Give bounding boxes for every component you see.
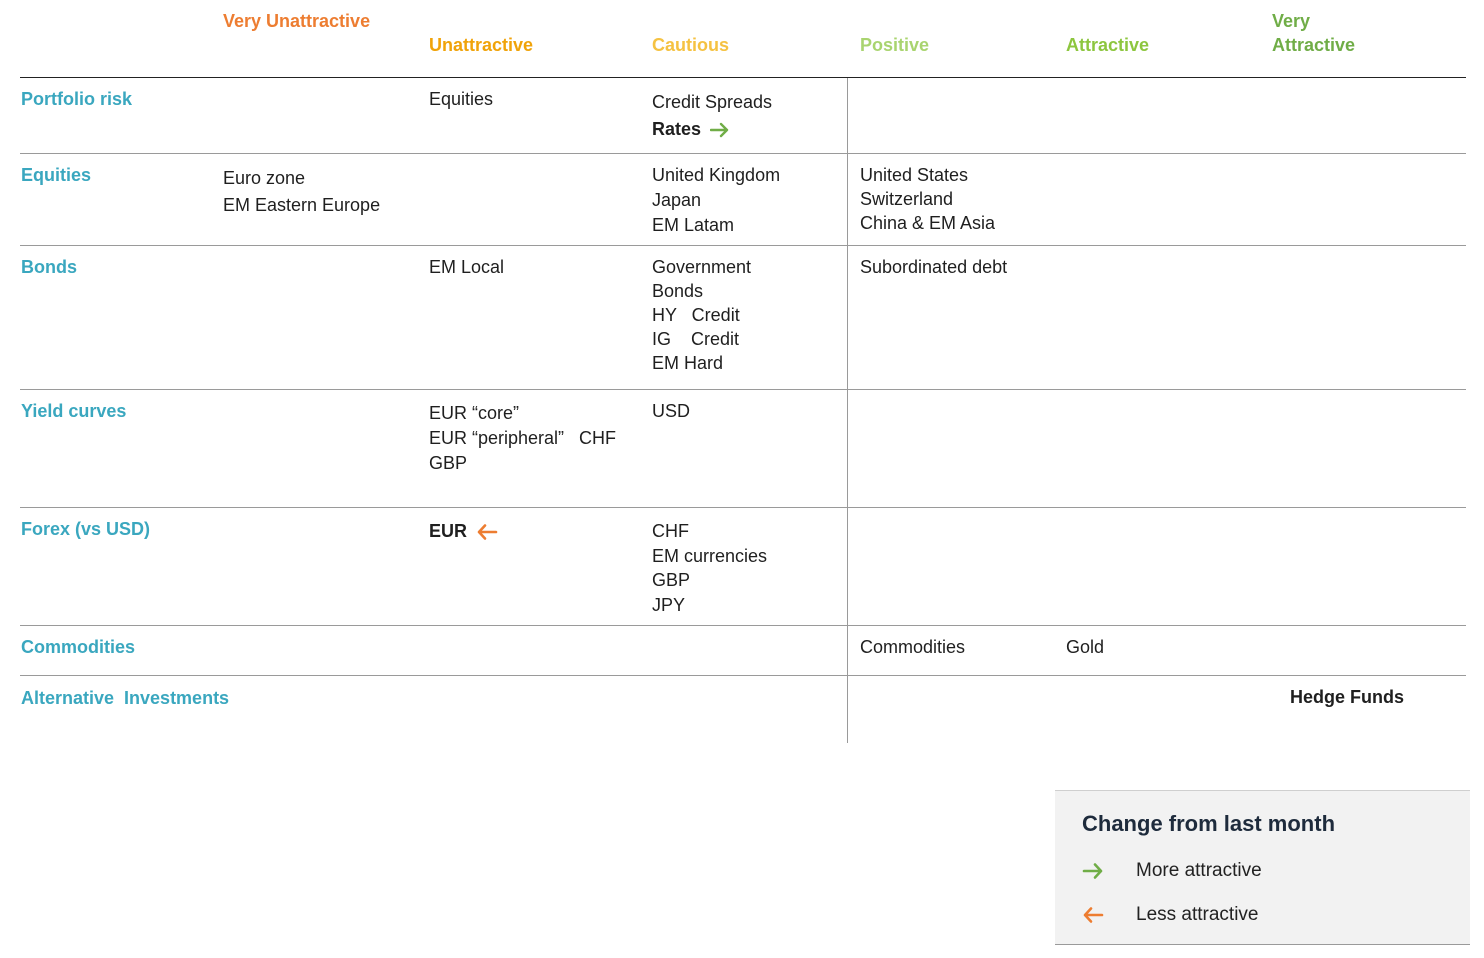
legend-label: Less attractive	[1136, 904, 1259, 925]
header-cautious: Cautious	[652, 35, 730, 55]
legend-title: Change from last month	[1082, 811, 1336, 836]
arrow-right-icon	[710, 123, 729, 138]
list-item: EM Local	[429, 257, 505, 277]
list-item: EM Eastern Europe	[223, 195, 381, 215]
legend-label: More attractive	[1136, 860, 1262, 881]
header-positive: Positive	[860, 35, 930, 55]
list-item: EUR “core”	[429, 403, 520, 423]
list-item: Japan	[652, 190, 702, 210]
header-unattractive: Unattractive	[429, 35, 534, 55]
list-item: United Kingdom	[652, 165, 781, 185]
category-alternative-investments: Alternative Investments	[21, 688, 230, 708]
list-item: EM currencies	[652, 545, 768, 566]
list-item: EUR “peripheral” CHF	[429, 428, 617, 448]
list-item: Gold	[1066, 637, 1105, 657]
list-item: Commodities	[860, 637, 966, 657]
list-item: GBP	[429, 453, 468, 473]
list-item: IG Credit	[652, 329, 740, 349]
list-item: CHF	[652, 521, 689, 541]
equities-cautious: United Kingdom Japan EM Latam	[652, 163, 780, 238]
bonds-cautious: Government Bonds HY Credit IG Credit EM …	[652, 255, 751, 375]
category-commodities: Commodities	[21, 637, 136, 657]
neutral-divider	[847, 78, 848, 743]
list-item: Bonds	[652, 281, 704, 301]
list-item: HY Credit	[652, 305, 740, 325]
list-item: United States	[860, 165, 969, 185]
bonds-positive: Subordinated debt	[860, 255, 1007, 279]
arrow-left-icon	[1083, 907, 1104, 923]
row-divider	[20, 507, 1466, 508]
category-yield-curves: Yield curves	[21, 401, 127, 421]
list-item: Euro zone	[223, 168, 306, 188]
category-equities: Equities	[21, 165, 92, 185]
legend-box: Change from last month More attractive L…	[1055, 790, 1470, 945]
category-portfolio-risk: Portfolio risk	[21, 89, 133, 109]
equities-positive: United States Switzerland China & EM Asi…	[860, 163, 995, 235]
portfolio-risk-unattractive: Equities	[429, 87, 493, 111]
alternative-very-attractive: Hedge Funds	[1290, 685, 1404, 709]
forex-unattractive: EUR	[429, 519, 498, 543]
list-item: Subordinated debt	[860, 257, 1008, 277]
category-bonds: Bonds	[21, 257, 77, 277]
header-very-attractive-line1: Very	[1272, 11, 1311, 31]
header-very-attractive-line2: Attractive	[1272, 35, 1356, 55]
yield-curves-unattractive: EUR “core” EUR “peripheral” CHF GBP	[429, 401, 616, 476]
row-divider	[20, 675, 1466, 676]
list-item-changed: Rates	[652, 116, 772, 143]
header-very-attractive: Very Attractive	[1272, 9, 1355, 57]
row-divider	[20, 153, 1466, 154]
list-item: Switzerland	[860, 189, 954, 209]
list-item: China & EM Asia	[860, 213, 996, 233]
list-item-changed: EUR	[429, 519, 498, 543]
equities-very-unattractive: Euro zone EM Eastern Europe	[223, 165, 380, 219]
arrow-left-icon	[477, 524, 498, 541]
list-item-label: EUR	[429, 521, 468, 541]
header-rule	[20, 77, 1466, 78]
list-item: JPY	[652, 594, 686, 615]
commodities-positive: Commodities	[860, 635, 965, 659]
list-item: Equities	[429, 89, 494, 109]
list-item: EM Latam	[652, 215, 735, 235]
yield-curves-cautious: USD	[652, 399, 690, 423]
forex-cautious: CHF EM currencies GBP JPY	[652, 519, 767, 617]
header-attractive: Attractive	[1066, 35, 1150, 55]
list-item: USD	[652, 401, 691, 421]
list-item: EM Hard	[652, 353, 724, 373]
row-divider	[20, 389, 1466, 390]
bonds-unattractive: EM Local	[429, 255, 504, 279]
list-item: Government	[652, 257, 752, 277]
list-item: Hedge Funds	[1290, 687, 1405, 707]
list-item: GBP	[652, 570, 691, 590]
list-item: Credit Spreads	[652, 92, 773, 112]
arrow-right-icon	[1082, 863, 1103, 879]
commodities-attractive: Gold	[1066, 635, 1104, 659]
header-very-unattractive: Very Unattractive	[223, 11, 371, 31]
row-divider	[20, 245, 1466, 246]
list-item-label: Rates	[652, 119, 702, 139]
category-forex: Forex (vs USD)	[21, 519, 151, 539]
row-divider	[20, 625, 1466, 626]
portfolio-risk-cautious: Credit Spreads Rates	[652, 89, 772, 143]
